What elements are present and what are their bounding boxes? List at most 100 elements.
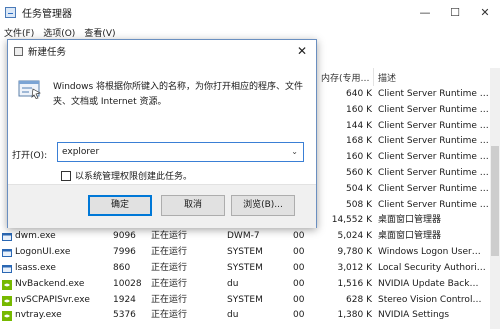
create-task-dialog: 新建任务 ✕ Windows 将根据你所键入的名称，为你打开相应的程序、文件夹、… [7,39,317,228]
process-description: Local Security Authori… [378,262,486,273]
process-description: 桌面窗口管理器 [378,231,442,241]
process-pid: 860 [113,262,131,273]
process-status: 正在运行 [151,278,188,289]
description-cell: Client Server Runtime … [378,152,489,163]
memory-cell: 560 K [346,167,372,178]
process-name: NvBackend.exe [15,278,85,289]
description-cell: Client Server Runtime … [378,183,489,194]
ok-button[interactable]: 确定 [88,195,152,216]
column-divider [373,68,374,86]
table-row[interactable]: NvBackend.exe 10028 正在运行 du 00 1,516 K N… [0,277,490,293]
memory-cell: 168 K [346,136,372,147]
dialog-description: Windows 将根据你所键入的名称，为你打开相应的程序、文件夹、文档或 Int… [53,82,304,107]
memory-cell: 160 K [346,152,372,163]
process-window-icon [2,264,12,273]
scrollbar-thumb[interactable] [491,146,499,256]
admin-checkbox[interactable] [61,170,71,181]
process-cpu: 00 [293,278,305,289]
process-pid: 7996 [113,246,136,257]
process-cpu: 00 [293,231,305,241]
process-status: 正在运行 [151,246,188,257]
description-cell: Client Server Runtime … [378,89,489,99]
vertical-scrollbar[interactable] [490,68,500,329]
run-dialog-icon [14,46,23,56]
process-pid: 9096 [113,231,136,241]
process-memory: 628 K [346,294,372,305]
column-header-description-label: 描述 [378,73,397,84]
dialog-title: 新建任务 [28,47,67,58]
admin-checkbox-label: 以系统管理权限创建此任务。 [75,172,193,182]
description-cell: Client Server Runtime … [378,104,489,115]
process-pid: 1924 [113,294,136,305]
memory-cell: 160 K [346,104,372,115]
process-cpu: 00 [293,294,305,305]
nvidia-icon [2,311,12,322]
process-name: lsass.exe [15,262,56,273]
open-label: 打开(O): [12,151,48,161]
dialog-close-button[interactable]: ✕ [294,43,310,59]
process-memory: 1,380 K [337,310,372,321]
process-list: dwm.exe 9096 正在运行 DWM-7 00 5,024 K 桌面窗口管… [0,229,490,324]
process-cpu: 00 [293,262,305,273]
nvidia-icon [2,295,12,306]
description-cell: Client Server Runtime … [378,167,489,178]
memory-cell: 504 K [346,183,372,194]
maximize-button[interactable]: ☐ [440,0,470,24]
process-user: SYSTEM [227,294,263,305]
admin-privileges-option[interactable]: 以系统管理权限创建此任务。 [61,169,192,182]
table-row[interactable]: nvtray.exe 5376 正在运行 du 00 1,380 K NVIDI… [0,308,490,324]
column-header-memory[interactable]: 内存(专用… [321,68,375,86]
open-input[interactable]: explorer ⌄ [57,142,304,162]
process-status: 正在运行 [151,231,188,241]
memory-cell: 640 K [346,89,372,99]
process-user: du [227,310,239,321]
process-description: Windows Logon User… [378,246,481,257]
description-cell: 桌面窗口管理器 [378,215,442,226]
process-name: LogonUI.exe [15,246,71,257]
task-manager-titlebar: 任务管理器 — ☐ ✕ [0,0,500,24]
process-window-icon [2,248,12,257]
menu-file[interactable]: 文件(F) [4,26,34,39]
process-pid: 10028 [113,278,142,289]
process-cpu: 00 [293,310,305,321]
browse-button[interactable]: 浏览(B)... [231,195,295,216]
description-column: Client Server Runtime … Client Server Ru… [378,87,496,229]
process-name: nvSCPAPISvr.exe [15,294,90,305]
process-name: dwm.exe [15,231,56,241]
cancel-button[interactable]: 取消 [161,195,225,216]
open-input-value: explorer [62,147,100,157]
memory-cell: 508 K [346,199,372,210]
process-user: du [227,278,239,289]
process-status: 正在运行 [151,262,188,273]
menu-view[interactable]: 查看(V) [84,26,115,39]
process-memory: 9,780 K [337,246,372,257]
memory-cell: 14,552 K [331,215,372,226]
memory-column: 640 K 160 K 144 K 168 K 160 K 560 K 504 … [318,87,372,229]
table-row[interactable]: lsass.exe 860 正在运行 SYSTEM 00 3,012 K Loc… [0,261,490,277]
task-manager-icon [5,6,16,18]
process-description: NVIDIA Settings [378,310,450,321]
window-title: 任务管理器 [22,8,72,20]
process-user: SYSTEM [227,246,263,257]
chevron-down-icon[interactable]: ⌄ [291,143,298,161]
process-status: 正在运行 [151,294,188,305]
memory-cell: 144 K [346,120,372,131]
description-cell: Client Server Runtime … [378,199,489,210]
process-memory: 1,516 K [337,278,372,289]
window-controls: — ☐ ✕ [410,0,500,24]
close-button[interactable]: ✕ [470,0,500,24]
run-icon [18,80,41,99]
column-header-memory-label: 内存(专用… [321,73,370,84]
menu-bar: 文件(F) 选项(O) 查看(V) [0,24,121,40]
menu-options[interactable]: 选项(O) [43,26,75,39]
description-cell: Client Server Runtime … [378,136,489,147]
nvidia-icon [2,279,12,290]
process-user: DWM-7 [227,231,260,241]
process-memory: 5,024 K [337,231,372,241]
table-row[interactable]: nvSCPAPISvr.exe 1924 正在运行 SYSTEM 00 628 … [0,293,490,309]
process-description: Stereo Vision Control… [378,294,482,305]
minimize-button[interactable]: — [410,0,440,24]
column-header-description[interactable]: 描述 [378,68,490,86]
table-row[interactable]: dwm.exe 9096 正在运行 DWM-7 00 5,024 K 桌面窗口管… [0,229,490,245]
table-row[interactable]: LogonUI.exe 7996 正在运行 SYSTEM 00 9,780 K … [0,245,490,261]
